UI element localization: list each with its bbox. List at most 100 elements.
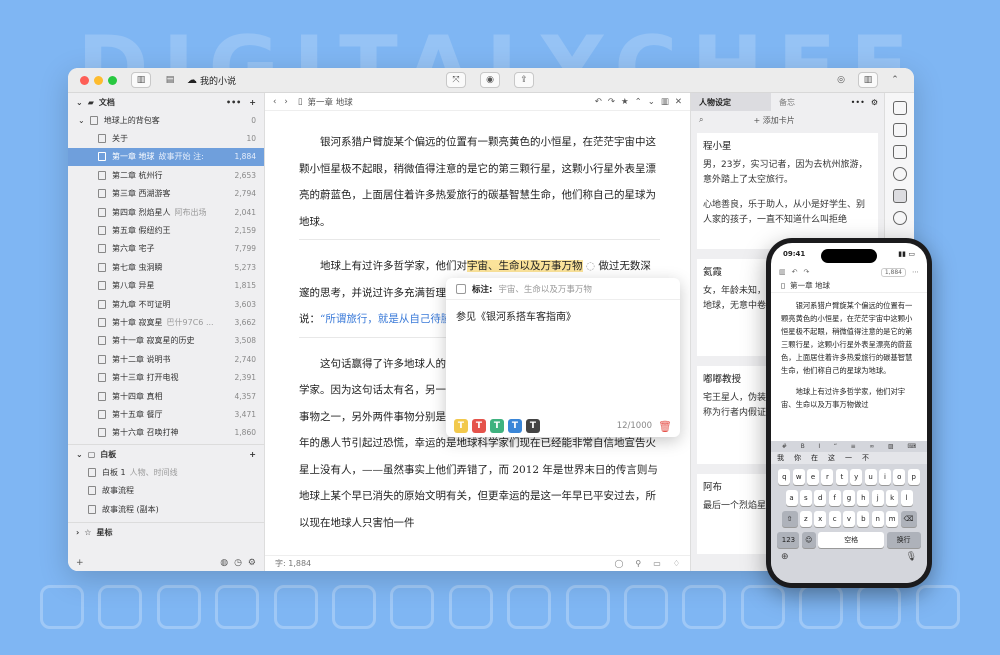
letter-key[interactable]: n	[871, 511, 884, 527]
candidate-word[interactable]: 你	[794, 453, 801, 463]
dismiss-keyboard-icon[interactable]: ⌨	[907, 443, 916, 450]
outline-icon[interactable]	[892, 101, 907, 115]
emoji-key[interactable]: ☺	[801, 532, 816, 548]
account-icon[interactable]: ◎	[832, 72, 850, 88]
sidebar-toggle-icon[interactable]: ▥	[131, 72, 151, 88]
annotation-textarea[interactable]: 参见《银河系搭车客指南》	[446, 300, 680, 410]
chevron-down-icon[interactable]: ⌄	[78, 116, 85, 125]
sidebar-icon[interactable]: ▥	[779, 268, 786, 276]
project-row[interactable]: ⌄ 地球上的背包客 0	[68, 111, 264, 129]
back-icon[interactable]: ‹	[273, 97, 276, 107]
letter-key[interactable]: v	[843, 511, 855, 527]
return-key[interactable]: 换行	[886, 532, 921, 548]
history-icon[interactable]: ◷	[234, 558, 242, 568]
add-card-button[interactable]: + 添加卡片	[753, 115, 794, 126]
letter-key[interactable]: f	[828, 490, 841, 506]
chevron-down-icon[interactable]: ⌄	[76, 450, 83, 459]
sidebar-item-chapter[interactable]: 第十三章 打开电视 2,391	[68, 368, 264, 386]
tab-memo[interactable]: 备忘	[771, 93, 851, 111]
phone-editor-text[interactable]: 银河系猎户臂旋某个偏远的位置有一颗亮黄色的小恒星，在茫茫宇宙中这颗小恒星极不起眼…	[771, 293, 927, 443]
annotation-checkbox[interactable]	[456, 283, 466, 294]
microphone-icon[interactable]: 🎙	[906, 552, 917, 562]
typewriter-icon[interactable]: ◯	[614, 559, 623, 568]
character-card[interactable]: 程小星 男，23岁，实习记者，因为去杭州旅游，意外踏上了太空旅行。 心地善良，乐…	[697, 133, 878, 249]
sidebar-item-chapter[interactable]: 第十章 寂寞星 巴什97C6 ... 3,662	[68, 313, 264, 331]
link-icon[interactable]: ∞	[869, 443, 874, 450]
letter-key[interactable]: g	[843, 490, 855, 506]
sidebar-item-chapter[interactable]: 关于 10	[68, 129, 264, 147]
backspace-key[interactable]: ⌫	[900, 511, 917, 527]
snapshot-icon[interactable]	[892, 123, 907, 137]
letter-key[interactable]: i	[878, 469, 891, 485]
letter-key[interactable]: r	[821, 469, 834, 485]
italic-icon[interactable]: I	[818, 443, 820, 450]
project-selector[interactable]: ☁ 我的小说	[187, 74, 236, 87]
sidebar-item-chapter[interactable]: 第十四章 真相 4,357	[68, 387, 264, 405]
letter-key[interactable]: o	[893, 469, 906, 485]
sidebar-item-chapter[interactable]: 第三章 西湖游客 2,794	[68, 185, 264, 203]
settings-gear-icon[interactable]: ⚙	[248, 558, 256, 568]
quote-icon[interactable]: “	[834, 443, 837, 450]
sidebar-item-chapter[interactable]: 第五章 假纽约王 2,159	[68, 221, 264, 239]
map-icon[interactable]	[892, 189, 907, 203]
letter-key[interactable]: h	[857, 490, 870, 506]
candidate-word[interactable]: 这	[828, 453, 835, 463]
close-button[interactable]	[80, 75, 89, 85]
format-icon[interactable]	[892, 211, 907, 225]
list-icon[interactable]: ≡	[851, 443, 856, 450]
tab-characters[interactable]: 人物设定	[691, 93, 771, 111]
letter-key[interactable]: s	[799, 490, 812, 506]
sidebar-item-chapter[interactable]: 第八章 异星 1,815	[68, 277, 264, 295]
letter-key[interactable]: x	[814, 511, 827, 527]
sidebar-item-chapter[interactable]: 第六章 宅子 7,799	[68, 240, 264, 258]
sidebar-item-chapter[interactable]: 第九章 不可证明 3,603	[68, 295, 264, 313]
minimize-button[interactable]	[94, 75, 103, 85]
paragraph[interactable]: 银河系猎户臂旋某个偏远的位置有一颗亮黄色的小恒星，在茫茫宇宙中这颗小恒星极不起眼…	[299, 129, 660, 240]
more-icon[interactable]: ⋯	[912, 268, 919, 276]
favorite-star-icon[interactable]: ★	[621, 97, 629, 107]
star-header[interactable]: › ☆ 星标	[68, 523, 264, 541]
sidebar-item-chapter[interactable]: 第二章 杭州行 2,653	[68, 166, 264, 184]
sidebar-item-chapter[interactable]: 第十五章 餐厅 3,471	[68, 405, 264, 423]
trash-icon[interactable]: 🗑	[658, 420, 672, 433]
inspector-more-icon[interactable]: •••	[851, 98, 865, 107]
color-swatch-blue[interactable]: T	[508, 419, 522, 433]
sidebar-item-chapter[interactable]: 第十一章 寂寞星的历史 3,508	[68, 332, 264, 350]
letter-key[interactable]: c	[828, 511, 841, 527]
letter-key[interactable]: k	[886, 490, 899, 506]
forward-icon[interactable]: ›	[284, 97, 287, 107]
sidebar-item-chapter[interactable]: 第十二章 说明书 2,740	[68, 350, 264, 368]
letter-key[interactable]: y	[850, 469, 863, 485]
close-icon[interactable]: ✕	[675, 97, 682, 107]
color-swatch-black[interactable]: T	[526, 419, 540, 433]
color-swatch-red[interactable]: T	[472, 419, 486, 433]
candidate-word[interactable]: 在	[811, 453, 818, 463]
letter-key[interactable]: u	[864, 469, 877, 485]
share-icon[interactable]: ⇪	[514, 72, 534, 88]
info-icon[interactable]	[892, 167, 907, 181]
letter-key[interactable]: a	[785, 490, 798, 506]
documents-header[interactable]: ⌄ ▰ 文档 ••• +	[68, 93, 264, 111]
stats-icon[interactable]	[892, 145, 907, 159]
numbers-key[interactable]: 123	[777, 532, 800, 548]
letter-key[interactable]: e	[807, 469, 820, 485]
focus-mode-icon[interactable]: ⤧	[446, 72, 466, 88]
candidate-word[interactable]: 不	[862, 453, 869, 463]
stats-icon[interactable]: ◍	[220, 558, 228, 568]
chevron-up-icon[interactable]: ⌃	[886, 72, 904, 88]
redo-icon[interactable]: ↷	[804, 268, 881, 276]
caret-down-icon[interactable]: ⌄	[648, 97, 655, 107]
letter-key[interactable]: w	[792, 469, 805, 485]
board-add-icon[interactable]: +	[249, 450, 256, 459]
letter-key[interactable]: j	[871, 490, 884, 506]
letter-key[interactable]: q	[778, 469, 791, 485]
color-swatch-yellow[interactable]: T	[454, 419, 468, 433]
preview-eye-icon[interactable]: ◉	[480, 72, 500, 88]
highlighted-annotation[interactable]: 宇宙、生命以及万事万物	[467, 260, 583, 272]
letter-key[interactable]: d	[814, 490, 827, 506]
letter-key[interactable]: b	[857, 511, 870, 527]
pin-icon[interactable]: ⚲	[635, 559, 641, 568]
sidebar-item-board[interactable]: 故事流程	[68, 481, 264, 499]
letter-key[interactable]: t	[835, 469, 848, 485]
sidebar-item-board[interactable]: 白板 1 人物、时间线	[68, 463, 264, 481]
